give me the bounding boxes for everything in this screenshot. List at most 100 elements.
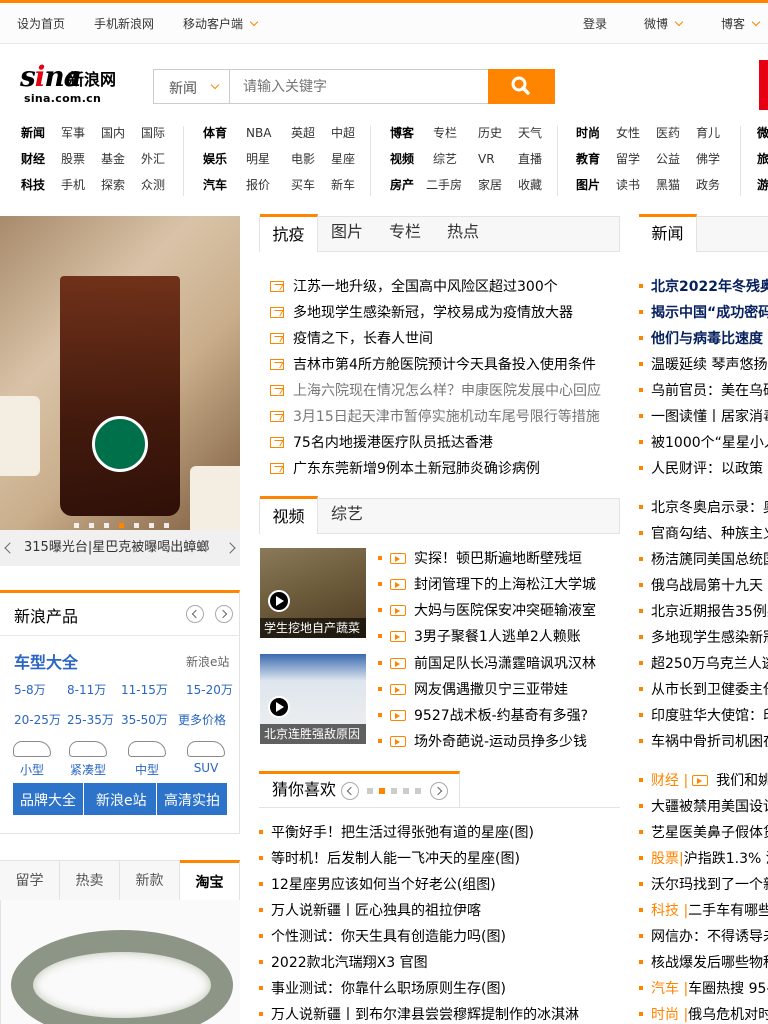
tab-anti-epidemic[interactable]: 抗疫 (260, 214, 318, 252)
video-item[interactable]: 场外奇葩说-运动员挣多少钱 (378, 731, 587, 751)
nav-link[interactable]: 二手房 (426, 172, 478, 198)
page-dot[interactable] (415, 788, 421, 794)
mobile-sina-link[interactable]: 手机新浪网 (94, 15, 154, 32)
nav-link[interactable]: 天气 (518, 120, 542, 146)
slider-dot[interactable] (104, 523, 109, 528)
e-station-button[interactable]: 新浪e站 (96, 790, 147, 810)
news-item[interactable]: 广东东莞新增9例本土新冠肺炎确诊病例 (270, 458, 540, 478)
price-link[interactable]: 25-35万 (67, 711, 114, 728)
price-link[interactable]: 35-50万 (121, 711, 168, 728)
search-channel-select[interactable]: 新闻 (154, 70, 230, 103)
nav-link[interactable]: 中超 (331, 120, 355, 146)
news-item[interactable]: 3月15日起天津市暂停实施机动车尾号限行等措施 (270, 406, 600, 426)
guess-item[interactable]: 等时机！后发制人能一飞冲天的星座(图) (259, 848, 520, 868)
nav-link[interactable]: 新闻 (21, 120, 61, 146)
nav-link[interactable]: 娱乐 (203, 146, 246, 172)
nav-link[interactable]: 政务 (696, 172, 720, 198)
slider-dot-active[interactable] (119, 523, 124, 528)
headline-item[interactable]: 他们与病毒比速度 (639, 328, 763, 348)
video-item[interactable]: 前国足队长冯潇霆暗讽巩汉林 (378, 653, 596, 673)
video-item[interactable]: 网友偶遇撒贝宁三亚带娃 (378, 679, 568, 699)
car-type-suv[interactable]: SUV (177, 741, 235, 775)
nav-link[interactable]: 收藏 (518, 172, 542, 198)
guess-item[interactable]: 2022款北汽瑞翔X3 官图 (259, 952, 428, 972)
headline-item[interactable]: 北京2022年冬残奥会 (639, 276, 768, 296)
nav-link[interactable]: 国际 (141, 120, 165, 146)
guess-item[interactable]: 12星座男应该如何当个好老公(组图) (259, 874, 496, 894)
guess-item[interactable]: 平衡好手！把生活过得张弛有道的星座(图) (259, 822, 534, 842)
page-dot-active[interactable] (379, 788, 385, 794)
guess-item[interactable]: 万人说新疆丨匠心独具的祖拉伊喀 (259, 900, 481, 920)
weibo-menu[interactable]: 微博 (644, 15, 684, 32)
chevron-right-icon[interactable] (224, 542, 236, 554)
prev-icon[interactable] (341, 782, 359, 800)
hd-photos-button[interactable]: 高清实拍 (164, 790, 220, 810)
headline-item[interactable]: 揭示中国“成功密码 (639, 302, 768, 322)
nav-link[interactable]: 视频 (390, 146, 433, 172)
e-station-link[interactable]: 新浪e站 (186, 653, 229, 670)
news-item[interactable]: 从市长到卫健委主任 (639, 679, 768, 699)
nav-link[interactable]: 星座 (331, 146, 355, 172)
news-item[interactable]: 北京近期报告35例感 (639, 601, 768, 621)
nav-link[interactable]: 游 (757, 172, 768, 198)
flag-banner[interactable] (759, 60, 768, 110)
tab-new-arrivals[interactable]: 新款 (120, 860, 180, 900)
news-item[interactable]: 北京冬奥启示录：奥 (639, 497, 768, 517)
nav-link[interactable]: 时尚 (576, 120, 616, 146)
nav-link[interactable]: 女性 (616, 120, 656, 146)
price-link[interactable]: 8-11万 (67, 681, 106, 698)
nav-link[interactable]: 买车 (291, 172, 331, 198)
slider-dot[interactable] (149, 523, 154, 528)
login-link[interactable]: 登录 (583, 15, 607, 32)
news-item[interactable]: 一图读懂丨居家消毒 (639, 406, 768, 426)
price-link[interactable]: 20-25万 (14, 711, 61, 728)
focus-image[interactable] (0, 216, 240, 536)
nav-link[interactable]: 留学 (616, 146, 656, 172)
tab-variety[interactable]: 综艺 (318, 496, 376, 534)
slider-dot[interactable] (134, 523, 139, 528)
nav-link[interactable]: 外汇 (141, 146, 165, 172)
nav-link[interactable]: 报价 (246, 172, 291, 198)
category-news-item[interactable]: 股票|沪指跌1.3% 港 (639, 848, 768, 868)
product-image[interactable] (0, 900, 240, 1024)
nav-link[interactable]: 房产 (390, 172, 426, 198)
nav-link[interactable]: 公益 (656, 146, 696, 172)
nav-link[interactable]: 佛学 (696, 146, 720, 172)
video-item[interactable]: 封闭管理下的上海松江大学城 (378, 574, 596, 594)
news-item[interactable]: 印度驻华大使馆：印 (639, 705, 768, 725)
nav-link[interactable]: 直播 (518, 146, 542, 172)
nav-link[interactable]: 财经 (21, 146, 61, 172)
nav-link[interactable]: 读书 (616, 172, 656, 198)
nav-link[interactable]: 探索 (101, 172, 141, 198)
set-homepage-link[interactable]: 设为首页 (17, 15, 65, 32)
nav-link[interactable]: 图片 (576, 172, 616, 198)
slider-dot[interactable] (74, 523, 79, 528)
news-item[interactable]: 车祸中骨折司机困在 (639, 731, 768, 751)
category-news-item[interactable]: 汽车 |车圈热搜 95- (639, 978, 768, 998)
nav-link[interactable]: 博客 (390, 120, 433, 146)
tab-study-abroad[interactable]: 留学 (0, 860, 60, 900)
news-item[interactable]: 杨洁篪同美国总统国 (639, 549, 768, 569)
video-thumbnail[interactable]: 学生挖地自产蔬菜 (260, 548, 366, 638)
news-item[interactable]: 官商勾结、种族主义 (639, 523, 768, 543)
nav-link[interactable]: 众测 (141, 172, 165, 198)
car-type-small[interactable]: 小型 (3, 741, 61, 778)
category-news-item[interactable]: 科技 |二手车有哪些 (639, 900, 768, 920)
news-item[interactable]: 75名内地援港医疗队员抵达香港 (270, 432, 493, 452)
news-item[interactable]: 江苏一地升级，全国高中风险区超过300个 (270, 276, 558, 296)
news-item[interactable]: 人民财评：以政策 (639, 458, 763, 478)
page-dot[interactable] (367, 788, 373, 794)
nav-link[interactable]: 育儿 (696, 120, 720, 146)
nav-link[interactable]: 专栏 (433, 120, 478, 146)
focus-caption[interactable]: 315曝光台|星巴克被曝喝出蟑螂 (24, 540, 209, 555)
tab-taobao[interactable]: 淘宝 (180, 860, 240, 901)
nav-link[interactable]: 历史 (478, 120, 518, 146)
nav-link[interactable]: 手机 (61, 172, 101, 198)
next-icon[interactable] (215, 605, 233, 623)
nav-link[interactable]: 新车 (331, 172, 355, 198)
brand-catalog-button[interactable]: 品牌大全 (20, 790, 76, 810)
tab-video[interactable]: 视频 (260, 496, 318, 534)
price-link[interactable]: 15-20万 (186, 681, 233, 698)
nav-link[interactable]: 电影 (291, 146, 331, 172)
news-item[interactable]: 乌前官员：美在乌研 (639, 380, 768, 400)
